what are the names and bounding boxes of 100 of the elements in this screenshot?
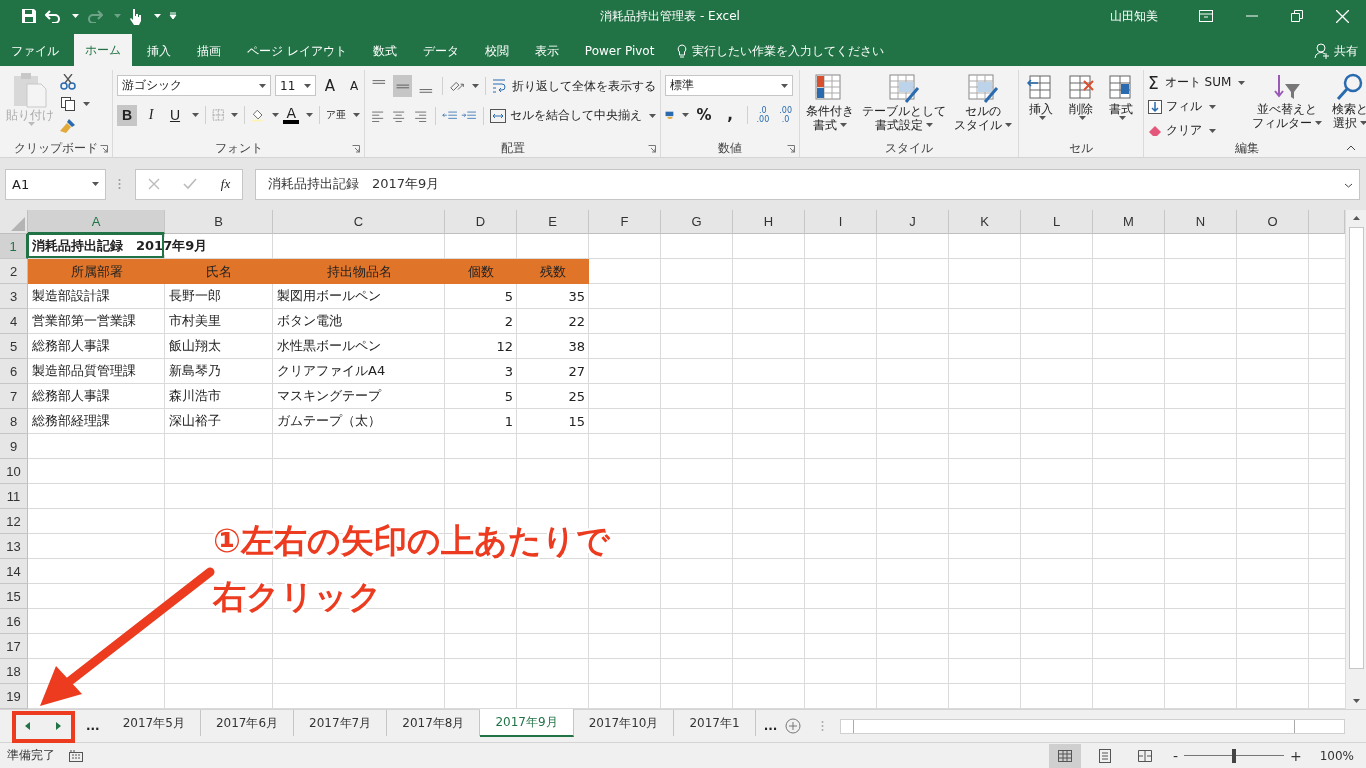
number-format-field[interactable]: 標準 — [665, 75, 793, 96]
group-label: クリップボード — [14, 141, 98, 157]
row-header[interactable]: 10 — [0, 459, 28, 484]
row-header[interactable]: 15 — [0, 584, 28, 609]
row-header[interactable]: 11 — [0, 484, 28, 509]
shrink-font-button[interactable]: A — [344, 75, 364, 96]
formula-field[interactable]: 消耗品持出記録 2017年9月 — [255, 168, 1360, 200]
merge-center-button[interactable]: セルを結合して中央揃え — [489, 105, 656, 126]
sort-filter-button[interactable]: 並べ替えと フィルター — [1249, 72, 1326, 141]
more-sheets-button[interactable]: ... — [755, 719, 786, 733]
sheet-tab[interactable]: 2017年10月 — [573, 710, 675, 736]
table-cell-text: 27 — [567, 362, 586, 381]
row-header[interactable]: 12 — [0, 509, 28, 534]
decimal-button[interactable]: .00 .0 — [776, 105, 795, 124]
sheet-tab[interactable]: 2017年1 — [674, 710, 756, 736]
sheet-tab[interactable]: 2017年5月 — [107, 710, 201, 736]
font-style-button[interactable]: U — [165, 104, 185, 126]
column-header[interactable]: H — [733, 210, 805, 234]
style-button[interactable]: テーブルとして 書式設定 — [860, 72, 948, 141]
row-header[interactable]: 16 — [0, 609, 28, 634]
phonetic-button[interactable]: ア亜 — [326, 104, 346, 126]
row-header[interactable]: 3 — [0, 284, 28, 309]
ribbon-tab[interactable]: 表示 — [523, 36, 570, 66]
row-header[interactable]: 9 — [0, 434, 28, 459]
comma-button[interactable]: , — [719, 104, 741, 125]
ribbon-tab[interactable]: 挿入 — [136, 36, 182, 66]
column-header[interactable]: O — [1237, 210, 1309, 234]
autosum-button[interactable]: Σ オート SUM — [1148, 72, 1246, 93]
find-select-button[interactable]: 検索と 選択 — [1329, 72, 1366, 141]
row-header[interactable]: 7 — [0, 384, 28, 409]
row-header[interactable]: 8 — [0, 409, 28, 434]
sheet-tab[interactable]: 2017年9月 — [480, 709, 574, 737]
column-header[interactable]: N — [1165, 210, 1237, 234]
table-cell-text: 製造部品質管理課 — [31, 362, 137, 380]
insert-function-button[interactable]: fx — [220, 176, 231, 192]
column-header[interactable]: K — [949, 210, 1021, 234]
style-button[interactable]: セルの スタイル — [952, 72, 1014, 141]
table-cell-text: クリアファイルA4 — [276, 362, 387, 380]
column-header[interactable]: G — [661, 210, 733, 234]
column-header[interactable]: C — [273, 210, 445, 234]
column-header[interactable]: E — [517, 210, 589, 234]
column-header[interactable]: M — [1093, 210, 1165, 234]
column-header[interactable]: J — [877, 210, 949, 234]
percent-button[interactable]: % — [693, 104, 715, 125]
ribbon-tab[interactable]: Power Pivot — [573, 36, 666, 66]
row-header[interactable]: 6 — [0, 359, 28, 384]
ribbon-tab[interactable]: データ — [411, 36, 470, 66]
column-header[interactable]: B — [165, 210, 273, 234]
header-cell: 個数 — [445, 259, 517, 284]
group-label: 数値 — [717, 141, 743, 157]
wrap-text-button[interactable]: 折り返して全体を表示する — [492, 75, 656, 97]
font-name-field[interactable]: 游ゴシック — [117, 75, 271, 96]
sheet-tab[interactable]: 2017年6月 — [200, 710, 295, 736]
clear-button[interactable]: クリア — [1148, 120, 1246, 141]
column-header[interactable]: F — [589, 210, 661, 234]
ribbon-tab[interactable]: 描画 — [186, 36, 232, 66]
zoom-in-button[interactable]: + — [1285, 747, 1306, 764]
ribbon-tab[interactable]: ホーム — [74, 34, 132, 66]
row-header[interactable]: 19 — [0, 684, 28, 709]
font-size-field[interactable]: 11 — [275, 75, 316, 96]
sheet-tab[interactable]: 2017年7月 — [294, 710, 388, 736]
column-header[interactable]: A — [28, 210, 165, 234]
row-header[interactable]: 4 — [0, 309, 28, 334]
font-style-button[interactable]: I — [141, 104, 161, 126]
callout-text: 右クリック — [213, 576, 383, 618]
column-header[interactable]: L — [1021, 210, 1093, 234]
row-header[interactable]: 13 — [0, 534, 28, 559]
name-box[interactable]: A1 — [5, 168, 106, 200]
status-text: 準備完了 — [7, 747, 55, 764]
style-button[interactable]: 条件付き 書式 — [804, 72, 856, 141]
table-cell-text: 水性黒ボールペン — [276, 337, 382, 355]
ribbon-tab[interactable]: ページ レイアウト — [236, 36, 358, 66]
row-header[interactable]: 14 — [0, 559, 28, 584]
column-header[interactable]: I — [805, 210, 877, 234]
user-name[interactable]: 山田知美 — [1110, 7, 1158, 25]
ribbon-tab[interactable]: ファイル — [0, 36, 70, 66]
row-header[interactable]: 1 — [0, 234, 28, 259]
row-header[interactable]: 18 — [0, 659, 28, 684]
tell-me-field[interactable]: 実行したい作業を入力してください — [677, 36, 885, 66]
share-button[interactable]: 共有 — [1314, 36, 1366, 66]
fill-button[interactable]: フィル — [1148, 96, 1246, 117]
ribbon-tab[interactable]: 数式 — [361, 36, 408, 66]
cells-button[interactable]: 挿入 — [1023, 72, 1059, 141]
table-cell-text: 22 — [567, 312, 586, 331]
zoom-level[interactable]: 100% — [1319, 748, 1354, 763]
group-label: フォント — [213, 141, 264, 157]
font-color-button[interactable]: A — [283, 106, 300, 124]
row-header[interactable]: 5 — [0, 334, 28, 359]
font-style-button[interactable]: B — [117, 104, 137, 126]
more-sheets-button[interactable]: ... — [78, 719, 108, 733]
row-header[interactable]: 17 — [0, 634, 28, 659]
zoom-out-button[interactable]: - — [1168, 747, 1182, 764]
cells-button[interactable]: 削除 — [1063, 72, 1099, 141]
grow-font-button[interactable]: A — [320, 75, 340, 96]
cells-button[interactable]: 書式 — [1103, 72, 1139, 141]
window-title: 消耗品持出管理表 - Excel — [599, 7, 741, 25]
decimal-button[interactable]: .0 .00 — [753, 105, 773, 124]
ribbon-tab[interactable]: 校閲 — [473, 36, 520, 66]
column-header[interactable]: D — [445, 210, 517, 234]
row-header[interactable]: 2 — [0, 259, 28, 284]
